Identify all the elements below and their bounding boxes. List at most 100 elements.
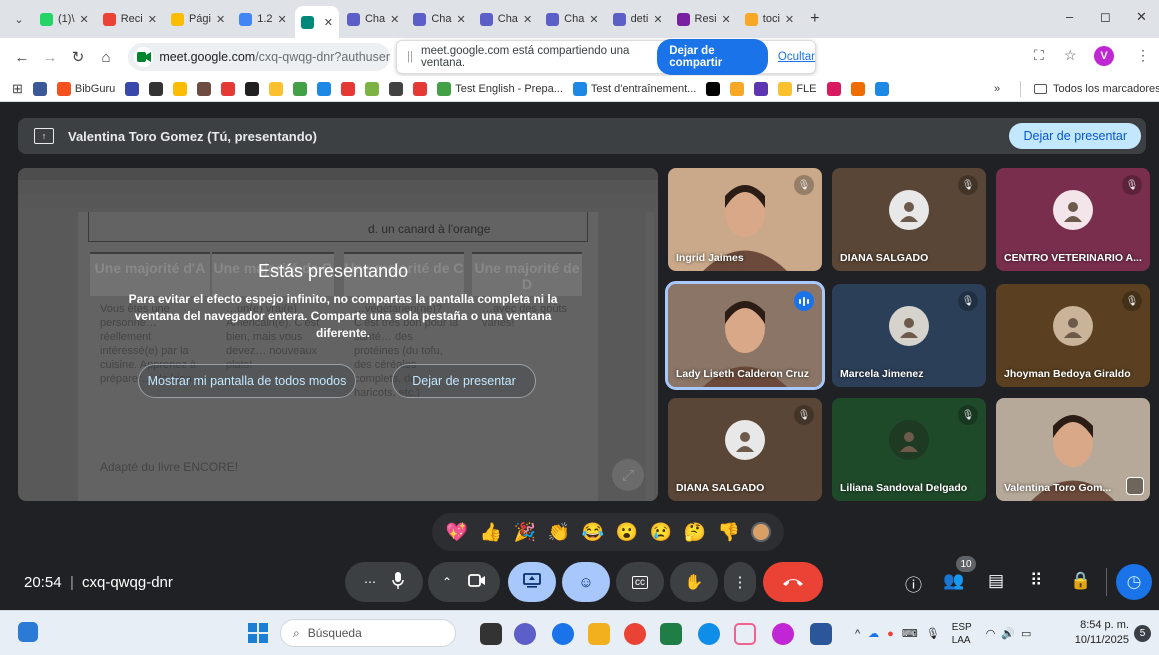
meeting-info-icon[interactable]: ⓘ	[905, 571, 922, 596]
audio-options-icon[interactable]: ⋯	[364, 575, 376, 589]
browser-tab[interactable]: Cha ✕	[474, 5, 538, 33]
bookmark-item[interactable]	[730, 81, 745, 96]
excel-icon[interactable]	[660, 623, 682, 645]
reload-icon[interactable]: ↻	[64, 48, 92, 66]
leave-call-button[interactable]	[763, 562, 823, 602]
onedrive-icon[interactable]: ☁	[868, 627, 879, 640]
telegram-icon[interactable]	[552, 623, 574, 645]
taskbar-clock[interactable]: 8:54 p. m. 10/11/2025	[1075, 618, 1129, 648]
bookmark-item[interactable]	[341, 81, 356, 96]
wifi-icon[interactable]: ◠	[986, 627, 996, 640]
reaction-emoji[interactable]: 👍	[479, 520, 503, 544]
reaction-emoji[interactable]: 👎	[717, 520, 741, 544]
bookmark-item[interactable]	[32, 81, 47, 96]
bookmark-item[interactable]: Test d'entraînement...	[572, 81, 696, 96]
menu-kebab-icon[interactable]: ⋮	[1136, 47, 1150, 64]
stop-presenting-button[interactable]: Dejar de presentar	[1009, 123, 1141, 149]
bookmark-item[interactable]	[221, 81, 236, 96]
tab-search-button[interactable]: ⌄	[6, 6, 32, 32]
close-tab-icon[interactable]: ✕	[523, 13, 532, 26]
participant-tile[interactable]: Lady Liseth Calderon Cruz	[665, 281, 825, 390]
bookmark-item[interactable]	[125, 81, 140, 96]
participant-tile[interactable]: 🎙 Marcela Jimenez	[832, 284, 986, 387]
battery-icon[interactable]: ▭	[1021, 627, 1031, 640]
more-options-button[interactable]: ⋮	[724, 562, 756, 602]
close-tab-icon[interactable]: ✕	[148, 13, 157, 26]
browser-tab[interactable]: Reci ✕	[97, 5, 163, 33]
self-view-options-icon[interactable]	[1126, 477, 1144, 495]
participant-tile[interactable]: 🎙 Jhoyman Bedoya Giraldo	[996, 284, 1150, 387]
bookmark-item[interactable]: BibGuru	[56, 81, 115, 96]
close-tab-icon[interactable]: ✕	[722, 13, 731, 26]
browser-tab[interactable]: Pági ✕	[165, 5, 231, 33]
bookmark-item[interactable]	[874, 81, 889, 96]
keyboard-icon[interactable]: ⌨	[902, 627, 918, 640]
expand-icon[interactable]: ⤢	[612, 459, 644, 491]
new-tab-button[interactable]: +	[810, 10, 819, 28]
profile-button[interactable]: V	[1094, 46, 1114, 66]
chat-icon[interactable]: ▤	[988, 571, 1004, 591]
reaction-emoji[interactable]: 👏	[547, 520, 571, 544]
participant-tile[interactable]: 🎙 Liliana Sandoval Delgado	[832, 398, 986, 501]
bookmark-item[interactable]	[149, 81, 164, 96]
reaction-emoji[interactable]: 💖	[445, 520, 469, 544]
browser-tab[interactable]: Resi ✕	[671, 5, 737, 33]
close-tab-icon[interactable]: ✕	[589, 13, 598, 26]
start-menu-icon[interactable]	[248, 623, 268, 643]
apps-grid-icon[interactable]: ⊞	[12, 81, 23, 97]
bookmarks-overflow-icon[interactable]: »	[994, 83, 1000, 95]
close-tab-icon[interactable]: ✕	[457, 13, 466, 26]
bookmark-item[interactable]	[269, 81, 284, 96]
volume-icon[interactable]: 🔊	[1001, 627, 1015, 640]
back-icon[interactable]: ←	[8, 49, 36, 66]
all-bookmarks-button[interactable]: Todos los marcadores	[1034, 83, 1159, 95]
snipping-tool-icon[interactable]	[734, 623, 756, 645]
bookmark-item[interactable]	[293, 81, 308, 96]
browser-tab[interactable]: deti ✕	[607, 5, 669, 33]
close-tab-icon[interactable]: ✕	[653, 13, 662, 26]
close-tab-icon[interactable]: ✕	[390, 13, 399, 26]
timer-icon[interactable]: ◷	[1116, 564, 1152, 600]
translate-icon[interactable]: ⛶	[1034, 47, 1044, 64]
restore-button[interactable]: ◻	[1100, 9, 1111, 25]
reaction-emoji[interactable]: 😂	[581, 520, 605, 544]
edge-icon[interactable]	[698, 623, 720, 645]
host-controls-icon[interactable]: 🔒	[1070, 571, 1091, 591]
reaction-emoji[interactable]: 🎉	[513, 520, 537, 544]
reactions-button[interactable]: ☺	[562, 562, 610, 602]
bookmark-item[interactable]: FLE	[778, 81, 817, 96]
chrome-profile-icon[interactable]	[772, 623, 794, 645]
chrome-icon[interactable]	[624, 623, 646, 645]
participant-tile[interactable]: Valentina Toro Gom...	[996, 398, 1150, 501]
overlay-stop-presenting-button[interactable]: Dejar de presentar	[392, 364, 536, 398]
word-icon[interactable]	[810, 623, 832, 645]
stop-sharing-button[interactable]: Dejar de compartir	[657, 39, 768, 75]
browser-tab[interactable]: Cha ✕	[540, 5, 604, 33]
browser-tab[interactable]: (1)\ ✕	[34, 5, 95, 33]
camera-icon[interactable]	[468, 573, 486, 591]
taskbar-search[interactable]: ⌕ Búsqueda	[280, 619, 456, 647]
address-bar[interactable]: meet.google.com/cxq-qwqg-dnr?authuser	[128, 43, 390, 71]
microphone-icon[interactable]	[392, 571, 404, 593]
show-anyway-button[interactable]: Mostrar mi pantalla de todos modos	[138, 364, 356, 398]
show-hidden-icons-icon[interactable]: ^	[855, 628, 860, 640]
close-tab-icon[interactable]: ✕	[278, 13, 287, 26]
minimize-button[interactable]: –	[1066, 9, 1073, 24]
participant-tile[interactable]: 🎙 DIANA SALGADO	[668, 398, 822, 501]
present-now-button[interactable]	[508, 562, 556, 602]
bookmark-item[interactable]	[317, 81, 332, 96]
bookmark-item[interactable]	[365, 81, 380, 96]
browser-tab[interactable]: ✕	[294, 6, 339, 38]
bookmark-item[interactable]: Test English - Prepa...	[437, 81, 563, 96]
teams-icon[interactable]	[514, 623, 536, 645]
notification-badge[interactable]: 5	[1134, 625, 1151, 642]
bookmark-item[interactable]	[754, 81, 769, 96]
chrome-tray-icon[interactable]: ●	[887, 628, 894, 640]
bookmark-item[interactable]	[389, 81, 404, 96]
reaction-emoji[interactable]: 😢	[649, 520, 673, 544]
bookmark-item[interactable]	[706, 81, 721, 96]
captions-button[interactable]: cc	[616, 562, 664, 602]
bookmark-star-icon[interactable]: ☆	[1064, 47, 1077, 64]
close-tab-icon[interactable]: ✕	[324, 16, 333, 29]
skin-tone-picker[interactable]	[751, 522, 771, 542]
